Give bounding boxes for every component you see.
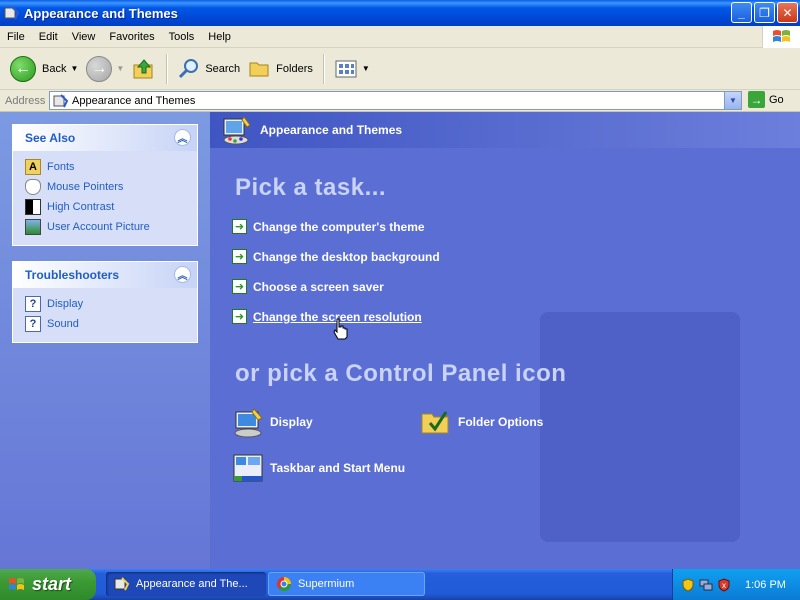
link-sound-troubleshooter[interactable]: ? Sound (25, 314, 187, 334)
toolbar: ← Back ▼ → ▼ Search Folders ▼ (0, 48, 800, 90)
control-panel-icon (4, 6, 20, 20)
search-button[interactable]: Search (173, 52, 244, 86)
go-arrow-icon: → (748, 91, 765, 108)
troubleshooters-panel: Troubleshooters ︽ ? Display ? Sound (12, 261, 198, 343)
menu-bar: File Edit View Favorites Tools Help (0, 26, 800, 48)
folder-icon (249, 62, 269, 76)
window-title: Appearance and Themes (24, 5, 178, 21)
see-also-header[interactable]: See Also ︽ (13, 125, 197, 151)
close-button[interactable]: ✕ (777, 2, 798, 23)
clock[interactable]: 1:06 PM (745, 579, 786, 591)
forward-arrow-icon: → (86, 55, 113, 82)
network-icon[interactable] (699, 578, 713, 592)
link-high-contrast[interactable]: High Contrast (25, 197, 187, 217)
chevron-down-icon: ▼ (361, 64, 370, 73)
category-header: Appearance and Themes (210, 112, 800, 148)
green-arrow-icon: ➜ (232, 309, 247, 324)
mouse-icon (25, 179, 41, 195)
folder-options-icon (421, 411, 449, 434)
see-also-panel: See Also ︽ A Fonts Mouse Pointers High C… (12, 124, 198, 246)
supermium-browser-icon (277, 577, 292, 592)
search-icon (179, 58, 199, 78)
address-value: Appearance and Themes (72, 94, 196, 107)
green-arrow-icon: ➜ (232, 279, 247, 294)
address-label: Address (5, 94, 46, 107)
cp-icon-display[interactable]: Display (232, 406, 313, 438)
security-alert-icon[interactable]: x (717, 577, 731, 592)
taskbar: start Appearance and The... Supermium x … (0, 569, 800, 600)
left-task-pane: See Also ︽ A Fonts Mouse Pointers High C… (0, 112, 210, 569)
link-fonts[interactable]: A Fonts (25, 157, 187, 177)
user-picture-icon (25, 219, 41, 235)
minimize-button[interactable]: _ (731, 2, 752, 23)
task-change-theme[interactable]: ➜ Change the computer's theme (232, 219, 425, 234)
views-button[interactable]: ▼ (330, 52, 374, 86)
maximize-button[interactable]: ❐ (754, 2, 775, 23)
taskbar-button-supermium[interactable]: Supermium (268, 572, 425, 596)
collapse-chevron-icon[interactable]: ︽ (174, 129, 191, 146)
up-button[interactable] (128, 52, 160, 86)
collapse-chevron-icon[interactable]: ︽ (174, 266, 191, 283)
hand-cursor-icon (333, 318, 348, 340)
troubleshooters-header[interactable]: Troubleshooters ︽ (13, 262, 197, 288)
start-button[interactable]: start (0, 569, 96, 600)
menu-help[interactable]: Help (201, 26, 238, 48)
cp-icon-taskbar-start-menu[interactable]: Taskbar and Start Menu (232, 452, 405, 484)
contrast-icon (25, 199, 41, 215)
menu-tools[interactable]: Tools (162, 26, 202, 48)
green-arrow-icon: ➜ (232, 219, 247, 234)
menu-favorites[interactable]: Favorites (102, 26, 161, 48)
control-panel-icon (53, 93, 69, 107)
link-display-troubleshooter[interactable]: ? Display (25, 294, 187, 314)
windows-flag-icon (9, 577, 24, 590)
main-content: Appearance and Themes Pick a task... ➜ C… (210, 112, 800, 569)
help-icon: ? (25, 296, 41, 312)
task-choose-screen-saver[interactable]: ➜ Choose a screen saver (232, 279, 384, 294)
pick-a-task-heading: Pick a task... (235, 174, 387, 201)
menu-file[interactable]: File (0, 26, 32, 48)
pick-control-panel-icon-heading: or pick a Control Panel icon (235, 360, 567, 387)
category-title: Appearance and Themes (260, 123, 403, 137)
chevron-down-icon: ▼ (70, 64, 79, 73)
forward-button[interactable]: → ▼ (82, 52, 128, 86)
menu-edit[interactable]: Edit (32, 26, 65, 48)
taskbar-button-appearance-themes[interactable]: Appearance and The... (106, 572, 266, 596)
link-user-account-picture[interactable]: User Account Picture (25, 217, 187, 237)
display-icon (234, 408, 263, 438)
security-shield-icon[interactable] (681, 577, 695, 592)
link-mouse-pointers[interactable]: Mouse Pointers (25, 177, 187, 197)
task-change-desktop-background[interactable]: ➜ Change the desktop background (232, 249, 440, 264)
green-arrow-icon: ➜ (232, 249, 247, 264)
task-change-screen-resolution[interactable]: ➜ Change the screen resolution (232, 309, 422, 324)
back-arrow-icon: ← (10, 55, 36, 82)
control-panel-icon (114, 577, 130, 591)
watermark-graphic (540, 312, 740, 542)
windows-logo-icon (762, 26, 800, 48)
folders-button[interactable]: Folders (244, 52, 317, 86)
taskbar-start-menu-icon (233, 454, 263, 482)
address-input[interactable]: Appearance and Themes ▼ (49, 91, 742, 110)
svg-text:x: x (722, 581, 726, 590)
views-grid-icon (335, 60, 357, 77)
menu-view[interactable]: View (65, 26, 103, 48)
folder-up-icon (133, 58, 153, 78)
cp-icon-folder-options[interactable]: Folder Options (420, 406, 543, 438)
chevron-down-icon: ▼ (116, 64, 125, 73)
system-tray: x 1:06 PM (672, 569, 800, 600)
address-bar: Address Appearance and Themes ▼ → Go (0, 90, 800, 112)
appearance-themes-icon (223, 116, 251, 145)
title-bar[interactable]: Appearance and Themes _ ❐ ✕ (0, 0, 800, 26)
fonts-folder-icon: A (25, 159, 41, 175)
address-dropdown-button[interactable]: ▼ (724, 92, 741, 109)
help-icon: ? (25, 316, 41, 332)
go-button[interactable]: → Go (748, 91, 784, 108)
back-button[interactable]: ← Back ▼ (6, 52, 82, 86)
